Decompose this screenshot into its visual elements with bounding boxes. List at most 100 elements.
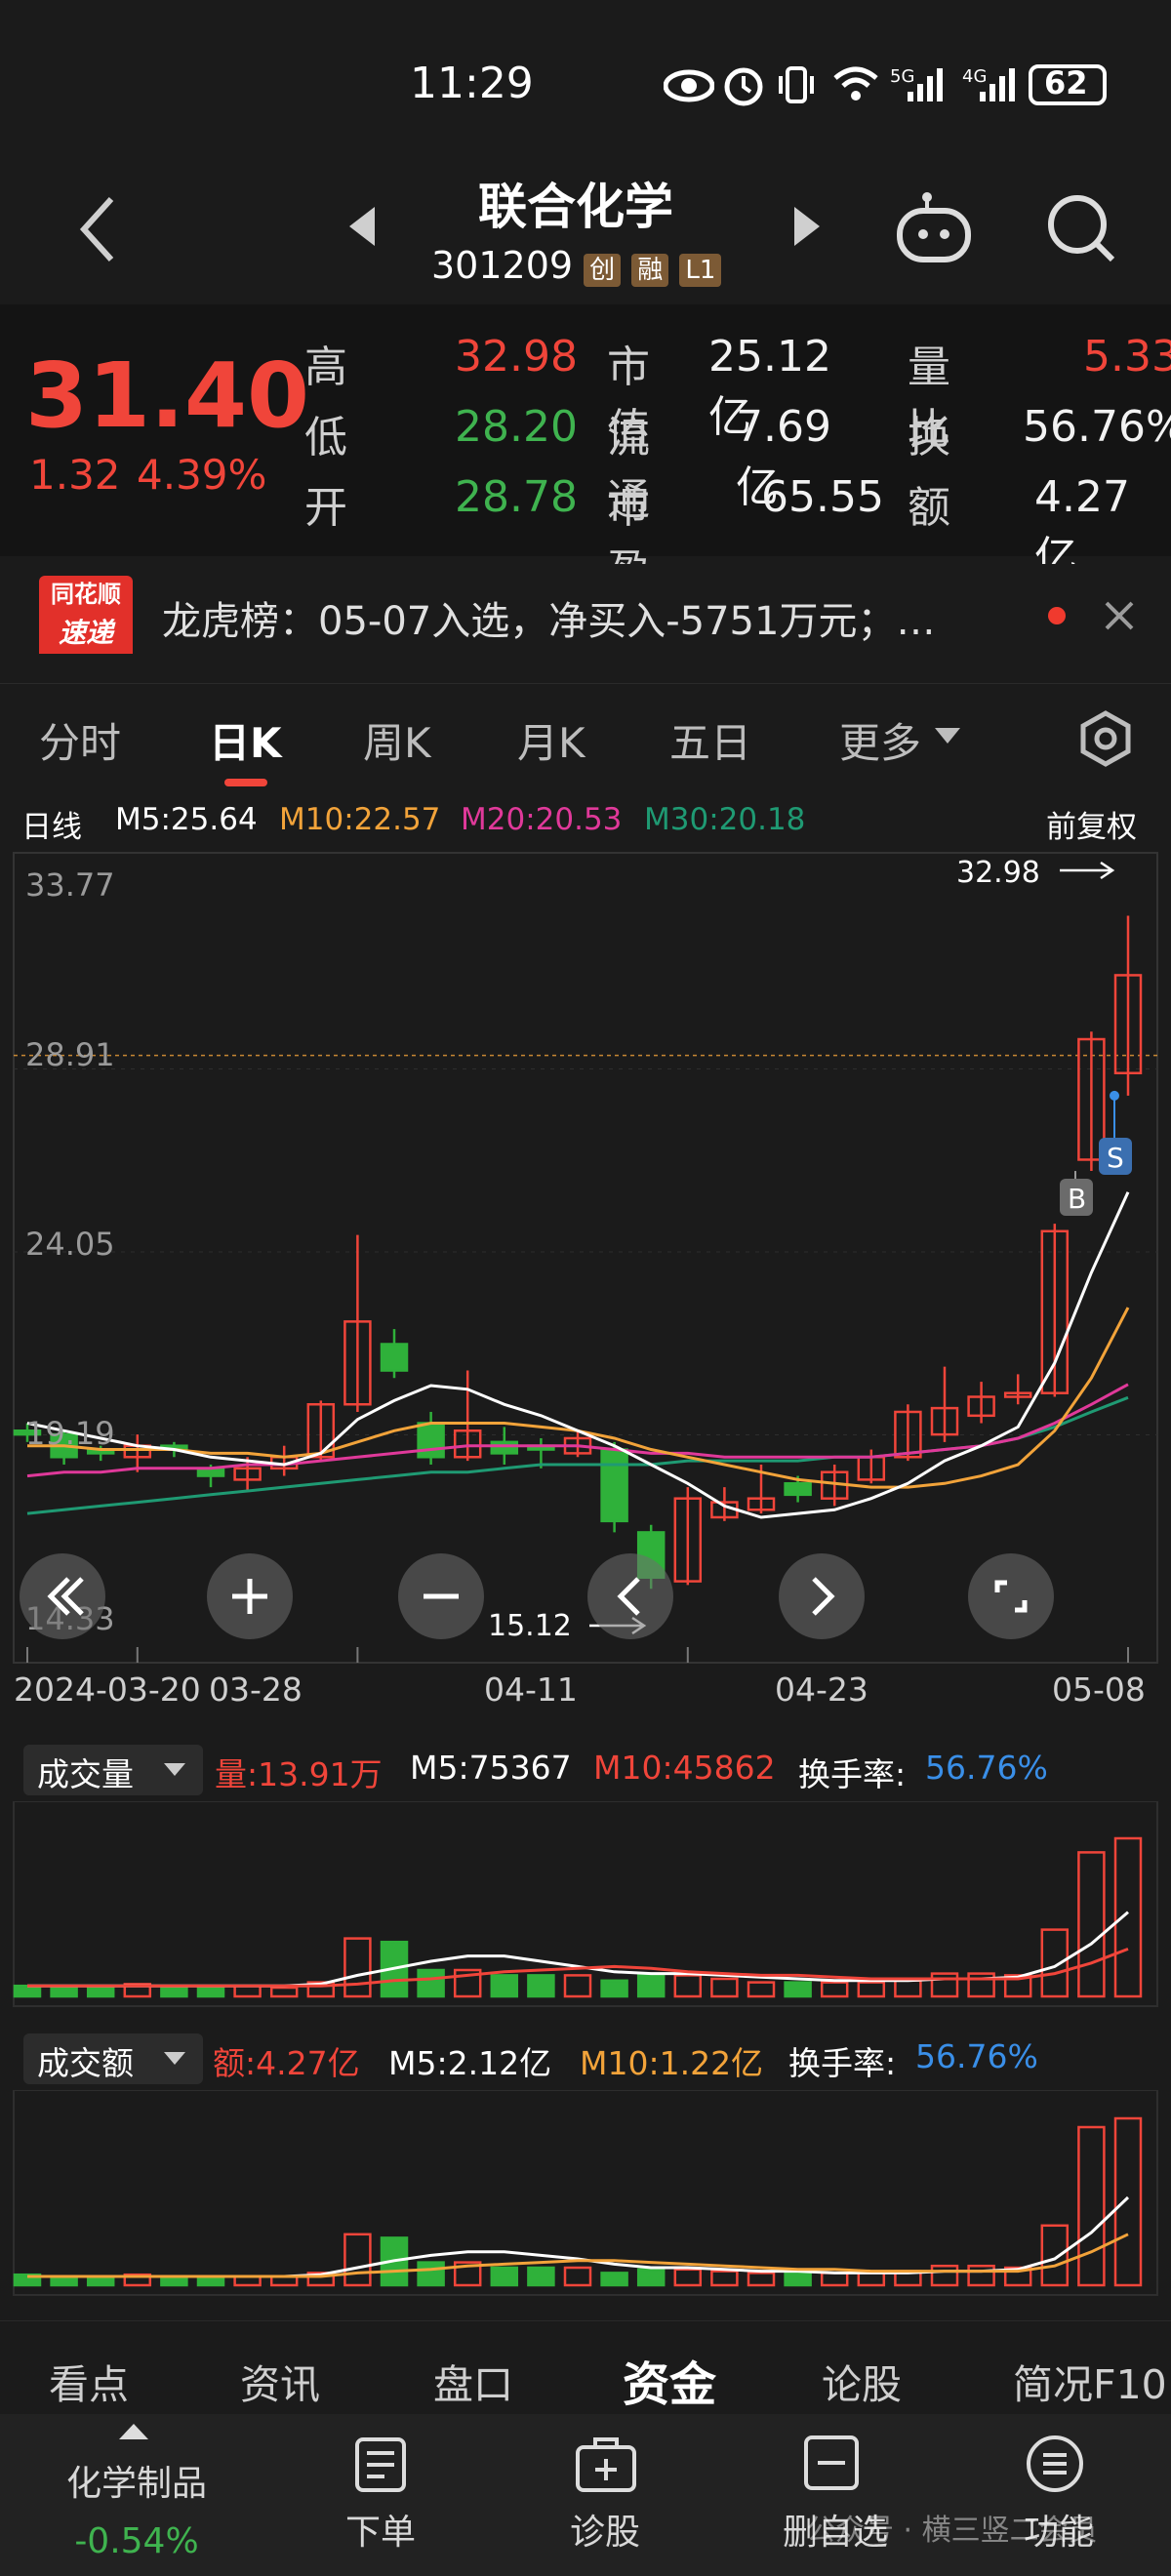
amount-turn-value: 56.76% [915, 2037, 1038, 2075]
alarm-icon [722, 62, 765, 111]
news-text[interactable]: 龙虎榜：05-07入选，净买入-5751万元；… [162, 589, 1021, 646]
candle-body-10 [380, 1343, 409, 1372]
robot-icon[interactable] [894, 191, 974, 269]
value-pe: 65.55 [761, 472, 884, 522]
diagnose-icon[interactable] [574, 2435, 638, 2498]
dropdown-icon[interactable] [935, 728, 960, 749]
prev-stock-icon[interactable] [347, 205, 377, 252]
volume-bar-4 [160, 1986, 188, 1998]
price-change-pct: 4.39% [137, 451, 267, 499]
back-icon[interactable] [78, 195, 117, 267]
stock-name: 联合化学 [478, 179, 673, 235]
next-stock-icon[interactable] [792, 205, 822, 252]
nav-order[interactable]: 下单 [322, 2504, 439, 2555]
amount-m5: M5:2.12亿 [388, 2044, 552, 2082]
amount-value: 额:4.27亿 [213, 2044, 360, 2082]
news-dot [1048, 607, 1066, 624]
signal-icon [906, 66, 949, 107]
price-change: 1.32 [29, 451, 121, 499]
tab-more[interactable]: 更多 [839, 710, 921, 770]
high-annotation: 32.98 [956, 856, 1040, 890]
volume-bar-7 [269, 1986, 299, 1998]
volume-bar-16 [600, 1979, 628, 1998]
volume-bar-30 [1113, 1836, 1143, 1998]
tab-highlights[interactable]: 看点 [49, 2352, 129, 2410]
tab-monthly-k[interactable]: 月K [517, 710, 586, 770]
x-tick-1: 2024-03-20 [14, 1670, 201, 1709]
tab-f10[interactable]: 简况F10 [1013, 2352, 1171, 2410]
fullscreen-button[interactable] [968, 1553, 1054, 1639]
tab-orderbook[interactable]: 盘口 [433, 2352, 513, 2410]
tab-five-day[interactable]: 五日 [669, 710, 751, 770]
scroll-left-button[interactable] [587, 1553, 673, 1639]
low-annotation: 15.12 [488, 1609, 572, 1643]
x-tick-2: 03-28 [209, 1670, 303, 1709]
amount-m10: M10:1.22亿 [580, 2044, 764, 2082]
sell-marker-label: S [1107, 1142, 1124, 1174]
volume-bar-29 [1077, 1851, 1106, 1998]
y-tick-2: 28.91 [25, 1036, 115, 1073]
volume-bar-15 [563, 1974, 592, 1998]
sector-name[interactable]: 化学制品 [39, 2455, 234, 2506]
stock-code-row: 301209 创 融 L1 [431, 244, 722, 287]
amount-title: 成交额 [37, 2044, 134, 2082]
candle-body-13 [490, 1440, 519, 1455]
amount-bar-11 [417, 2261, 445, 2287]
remove-watchlist-icon[interactable] [802, 2434, 861, 2496]
tab-news[interactable]: 资讯 [240, 2352, 320, 2410]
label-amount: 额 [908, 483, 950, 533]
tag-l1: L1 [679, 254, 722, 287]
y-tick-4: 19.19 [25, 1415, 115, 1452]
tab-weekly-k[interactable]: 周K [363, 710, 431, 770]
news-badge: 同花顺 速递 [39, 576, 133, 658]
value-volratio: 5.33 [1083, 332, 1171, 382]
amount-bar-22 [820, 2272, 849, 2287]
value-open: 28.78 [455, 472, 578, 522]
volume-bar-14 [527, 1974, 555, 1998]
tab-daily-k[interactable]: 日K [209, 710, 282, 770]
tab-timeshare[interactable]: 分时 [39, 710, 121, 770]
zoom-out-button[interactable] [398, 1553, 484, 1639]
amount-bar-21 [784, 2272, 812, 2287]
settings-icon[interactable] [1077, 710, 1134, 771]
candle-body-11 [417, 1422, 445, 1459]
amount-frame [13, 2090, 1158, 2296]
order-icon[interactable] [353, 2435, 408, 2498]
volume-bar-21 [784, 1981, 812, 1998]
volume-bar-1 [50, 1984, 78, 1998]
amount-bar-14 [527, 2266, 555, 2287]
adjust-mode[interactable]: 前复权 [1046, 802, 1137, 846]
label-high: 高 [304, 342, 347, 392]
volume-value: 量:13.91万 [215, 1755, 383, 1793]
volume-bar-11 [417, 1968, 445, 1998]
tab-funds[interactable]: 资金 [623, 2346, 716, 2414]
volume-chart [13, 1801, 1158, 2007]
tag-chuang: 创 [584, 254, 622, 287]
sector-change: -0.54% [74, 2521, 199, 2561]
y-tick-1: 33.77 [25, 866, 115, 904]
ma30-value: M30:20.18 [644, 802, 806, 837]
wifi-icon [831, 64, 880, 107]
volume-turn-value: 56.76% [925, 1749, 1048, 1787]
vibrate-icon [777, 64, 816, 109]
tab-discussion[interactable]: 论股 [822, 2352, 902, 2410]
volume-bar-2 [86, 1984, 115, 1998]
menu-icon[interactable] [1025, 2434, 1085, 2498]
volume-turn-label: 换手率: [798, 1755, 907, 1793]
close-icon[interactable] [1103, 599, 1136, 636]
amount-bar-26 [967, 2264, 995, 2287]
nav-diagnose[interactable]: 诊股 [546, 2504, 664, 2555]
label-low: 低 [304, 413, 347, 463]
ma10-value: M10:22.57 [279, 802, 441, 837]
zoom-in-button[interactable] [207, 1553, 293, 1639]
buy-marker-label: B [1068, 1183, 1086, 1215]
search-icon[interactable] [1044, 191, 1118, 269]
volume-bar-22 [820, 1981, 849, 1998]
amount-dropdown-icon [164, 2051, 185, 2070]
scroll-far-left-button[interactable] [20, 1553, 105, 1639]
value-low: 28.20 [455, 402, 578, 452]
x-tick-3: 04-11 [484, 1670, 578, 1709]
amount-bar-29 [1077, 2125, 1106, 2287]
amount-chart [13, 2090, 1158, 2296]
scroll-right-button[interactable] [779, 1553, 865, 1639]
